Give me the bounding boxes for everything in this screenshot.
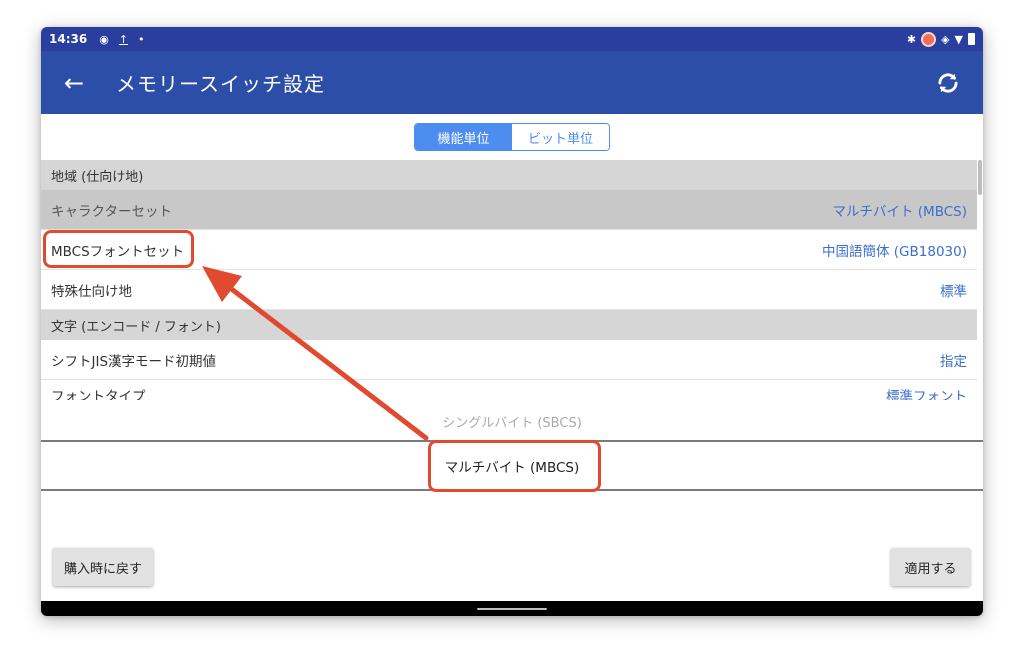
row-label: フォントタイプ bbox=[51, 388, 146, 401]
app-bar: ← メモリースイッチ設定 bbox=[41, 51, 983, 114]
status-right-icons: ✱ ◈ ▼ bbox=[906, 31, 975, 47]
list-scrollbar[interactable] bbox=[978, 160, 982, 195]
row-label: シフトJIS漢字モード初期値 bbox=[51, 353, 217, 370]
row-shift-jis-mode[interactable]: シフトJIS漢字モード初期値 指定 bbox=[41, 340, 977, 380]
dot-icon: • bbox=[138, 32, 145, 46]
segment-function-unit[interactable]: 機能単位 bbox=[415, 124, 512, 150]
upload-icon: ↑ bbox=[118, 32, 129, 46]
vibrate-icon: ◈ bbox=[941, 32, 950, 46]
row-font-type[interactable]: フォントタイプ 標準フォント bbox=[41, 380, 977, 400]
row-label: MBCSフォントセット bbox=[51, 243, 185, 260]
value-picker: シングルバイト (SBCS) マルチバイト (MBCS) bbox=[41, 400, 983, 520]
row-label: 特殊仕向け地 bbox=[51, 283, 132, 300]
row-value: 指定 bbox=[940, 353, 967, 370]
row-value: 標準 bbox=[940, 283, 967, 300]
picker-option-mbcs[interactable]: マルチバイト (MBCS) bbox=[41, 446, 983, 486]
bluetooth-icon: ✱ bbox=[906, 32, 917, 46]
page-title: メモリースイッチ設定 bbox=[116, 72, 325, 96]
row-character-set[interactable]: キャラクターセット マルチバイト (MBCS) bbox=[41, 190, 977, 230]
refresh-icon[interactable] bbox=[935, 70, 961, 96]
segment-bit-unit[interactable]: ビット単位 bbox=[512, 124, 609, 150]
row-value: 標準フォント bbox=[886, 388, 967, 401]
battery-icon bbox=[968, 33, 975, 45]
wifi-icon: ▼ bbox=[954, 32, 963, 46]
device-screen: 14:36 ◉ ↑ • ✱ ◈ ▼ ← メモリースイッチ設定 機能単位 ビット単… bbox=[41, 27, 983, 616]
picker-divider-top bbox=[41, 440, 983, 442]
status-bar: 14:36 ◉ ↑ • ✱ ◈ ▼ bbox=[41, 27, 983, 51]
picker-option-sbcs[interactable]: シングルバイト (SBCS) bbox=[41, 406, 983, 436]
row-mbcs-font-set[interactable]: MBCSフォントセット 中国語簡体 (GB18030) bbox=[41, 230, 977, 270]
row-value: 中国語簡体 (GB18030) bbox=[822, 243, 967, 260]
target-icon: ◉ bbox=[99, 32, 109, 46]
row-label: キャラクターセット bbox=[51, 203, 172, 220]
home-handle[interactable] bbox=[477, 608, 547, 610]
segment-row: 機能単位 ビット単位 bbox=[41, 114, 983, 160]
reset-button[interactable]: 購入時に戻す bbox=[53, 548, 153, 586]
apply-button[interactable]: 適用する bbox=[891, 548, 970, 586]
row-value: マルチバイト (MBCS) bbox=[832, 203, 968, 220]
row-special-destination[interactable]: 特殊仕向け地 標準 bbox=[41, 270, 977, 310]
section-header-region: 地域 (仕向け地) bbox=[41, 160, 977, 190]
unit-segmented-control: 機能単位 ビット単位 bbox=[414, 123, 610, 151]
section-header-text: 文字 (エンコード / フォント) bbox=[41, 310, 977, 340]
settings-list: 地域 (仕向け地) キャラクターセット マルチバイト (MBCS) MBCSフォ… bbox=[41, 160, 977, 400]
picker-divider-bottom bbox=[41, 489, 983, 491]
navigation-bar bbox=[41, 601, 983, 616]
status-time: 14:36 bbox=[49, 32, 88, 46]
record-icon bbox=[921, 31, 937, 47]
back-arrow-icon[interactable]: ← bbox=[64, 69, 94, 97]
